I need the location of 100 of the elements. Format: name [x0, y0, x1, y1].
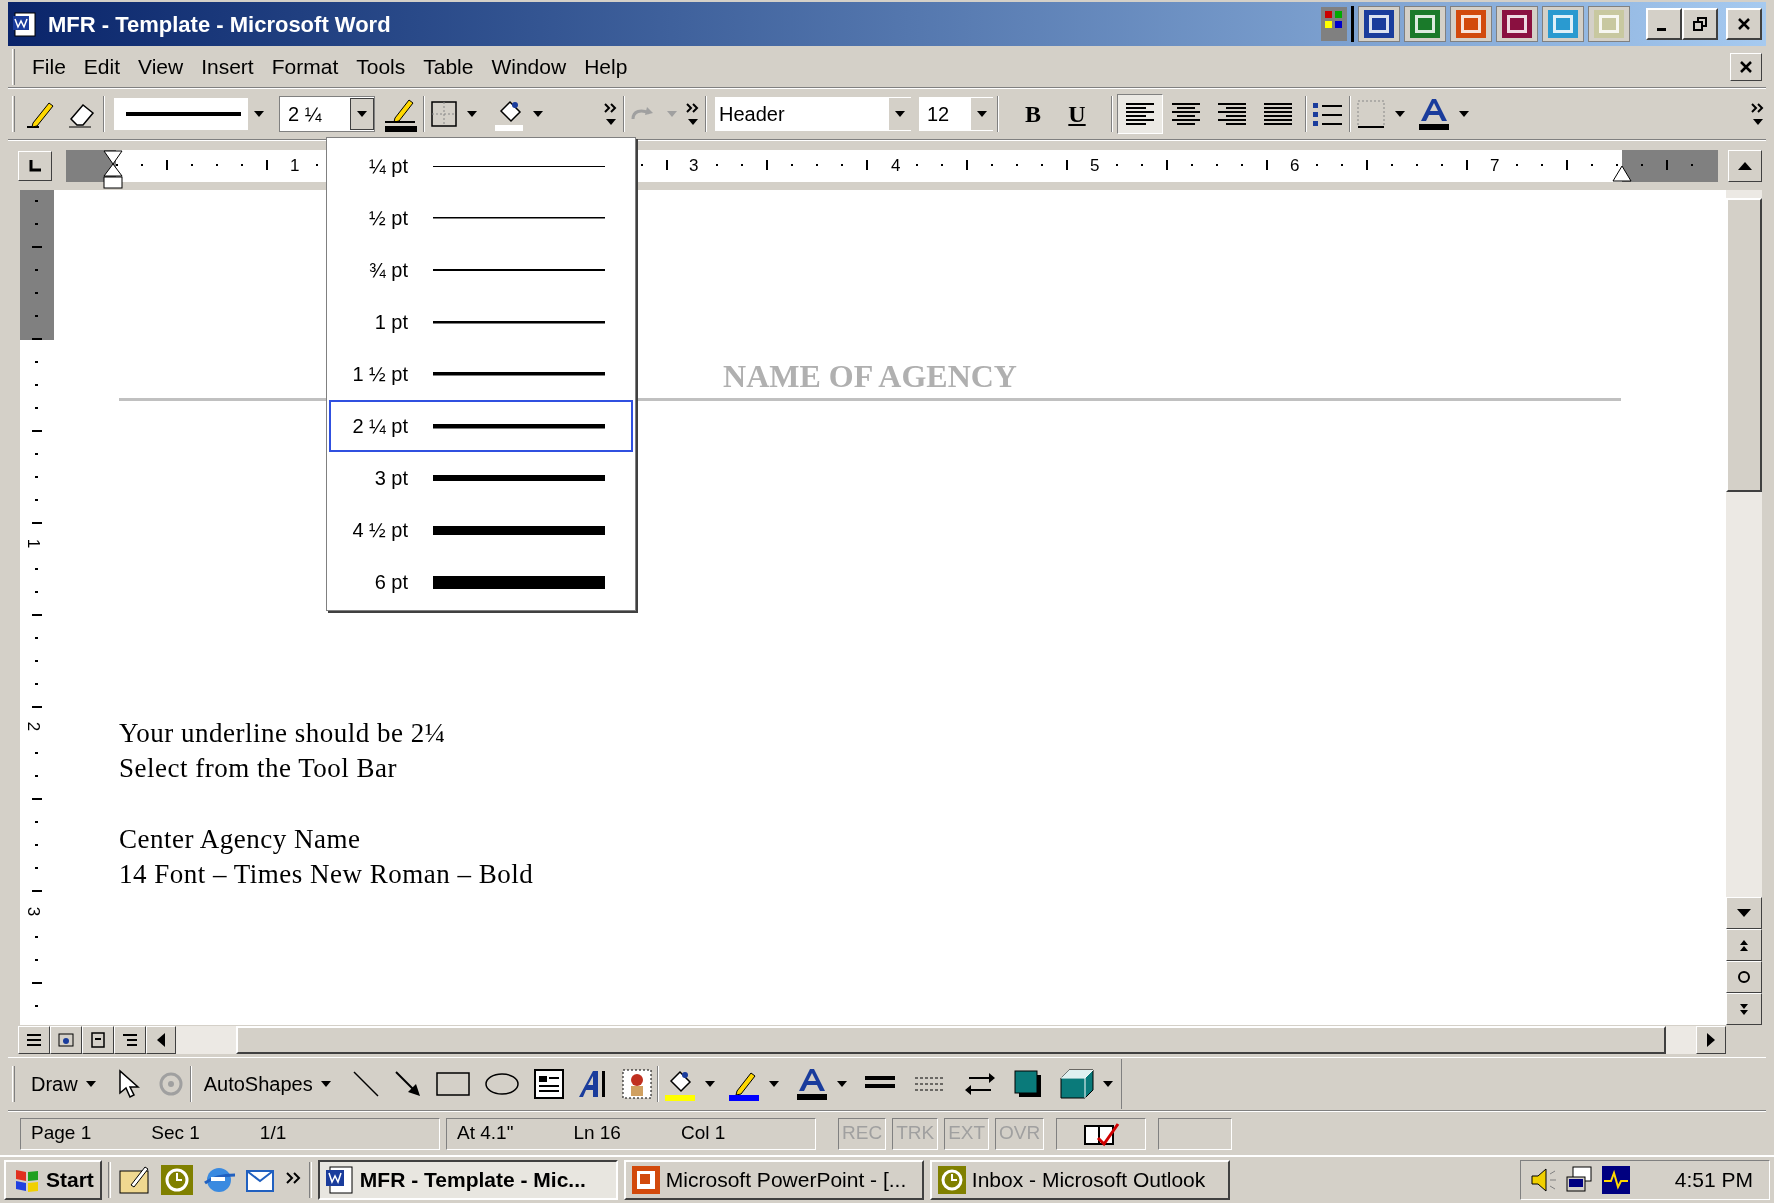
caret-icon[interactable] — [768, 1081, 779, 1087]
line-weight-dropdown[interactable]: 2 ¼ — [279, 96, 375, 132]
line-weight-option[interactable]: 1 pt — [329, 296, 633, 348]
menu-item[interactable]: View — [129, 50, 193, 83]
up-arrow-icon — [1738, 161, 1752, 170]
indent-marker-icon[interactable] — [102, 149, 124, 190]
tab-selector[interactable] — [18, 150, 52, 181]
font-color-icon[interactable] — [794, 1067, 829, 1101]
chevron-icon[interactable] — [685, 101, 701, 127]
menu-item[interactable]: Edit — [74, 50, 130, 83]
clock-app-icon[interactable] — [158, 1163, 195, 1197]
menu-item[interactable]: Format — [262, 50, 348, 83]
borders-icon[interactable] — [1355, 98, 1387, 130]
caret-icon[interactable] — [836, 1081, 847, 1087]
print-view-button[interactable] — [82, 1026, 114, 1054]
clock-app-icon — [935, 1164, 968, 1196]
left-arrow-icon — [157, 1033, 165, 1047]
taskbar-button[interactable]: MFR - Template - Mic... — [317, 1160, 618, 1200]
right-indent-marker-icon[interactable] — [1612, 163, 1632, 182]
key-app-icon[interactable] — [1496, 6, 1538, 42]
caret-icon[interactable] — [1459, 111, 1469, 117]
menu-item[interactable]: Window — [482, 50, 576, 83]
chevron-icon[interactable] — [603, 101, 619, 127]
line-icon[interactable] — [350, 1069, 381, 1099]
caret-icon[interactable] — [320, 1081, 331, 1087]
oval-icon[interactable] — [482, 1070, 521, 1098]
bold-button[interactable]: B — [1011, 96, 1055, 132]
restore-button[interactable] — [1682, 8, 1718, 40]
taskbar-button[interactable]: Inbox - Microsoft Outlook — [929, 1160, 1230, 1200]
globe-app-icon[interactable] — [1542, 6, 1584, 42]
document-icon — [323, 1164, 356, 1196]
clock-text: 4:51 PM — [1674, 1167, 1753, 1194]
line-weight-option[interactable]: ¾ pt — [329, 244, 633, 296]
style-dropdown[interactable]: Header — [715, 97, 911, 131]
font-size-dropdown[interactable]: 12 — [919, 97, 993, 131]
line-weight-option[interactable]: ½ pt — [329, 192, 633, 244]
caret-icon[interactable] — [704, 1081, 715, 1087]
autoshapes-menu-button[interactable]: AutoShapes — [195, 1069, 339, 1099]
agency-heading: NAME OF AGENCY — [723, 358, 1017, 394]
pulse-monitor-icon[interactable] — [1601, 1165, 1631, 1195]
next-page-button[interactable] — [1726, 993, 1762, 1025]
caret-icon[interactable] — [85, 1081, 96, 1087]
caret-icon[interactable] — [977, 111, 987, 117]
shadow-icon[interactable] — [1012, 1069, 1043, 1099]
normal-view-button[interactable] — [18, 1026, 50, 1054]
menu-item[interactable]: File — [23, 50, 75, 83]
arrow-icon[interactable] — [392, 1069, 423, 1099]
scroll-up-button[interactable] — [1728, 149, 1762, 182]
start-button[interactable]: Start — [4, 1160, 102, 1200]
line-weight-option[interactable]: 3 pt — [329, 452, 633, 504]
rectangle-icon[interactable] — [434, 1070, 471, 1098]
taskbar-button[interactable]: Microsoft PowerPoint - [... — [623, 1160, 924, 1200]
minimize-icon — [1657, 27, 1667, 31]
ruler-number: 2 — [25, 720, 43, 733]
shortcut-bar-icon[interactable] — [1321, 7, 1347, 41]
line-weight-option[interactable]: 4 ½ pt — [329, 504, 633, 556]
ruler-number: 3 — [25, 905, 43, 918]
browse-object-button[interactable] — [1726, 961, 1762, 993]
line-sample-icon — [433, 165, 605, 167]
minimize-button[interactable] — [1646, 8, 1682, 40]
caret-icon[interactable] — [467, 111, 477, 117]
caret-icon[interactable] — [895, 111, 905, 117]
line-style-dropdown[interactable] — [113, 97, 271, 131]
presentation-app-icon[interactable] — [1450, 6, 1492, 42]
line-weight-option[interactable]: ¼ pt — [329, 140, 633, 192]
outline-view-button[interactable] — [114, 1026, 146, 1054]
scroll-right-button[interactable] — [1696, 1026, 1726, 1054]
text-box-icon[interactable] — [532, 1068, 565, 1100]
menu-item[interactable]: Tools — [347, 50, 415, 83]
close-document-button[interactable] — [1730, 52, 1762, 81]
caret-icon[interactable] — [1102, 1081, 1113, 1087]
window-title: MFR - Template - Microsoft Word — [48, 10, 391, 39]
menu-item[interactable]: Help — [575, 50, 637, 83]
line-weight-option[interactable]: 6 pt — [329, 556, 633, 608]
caret-icon[interactable] — [254, 111, 264, 117]
line-weight-option[interactable]: 1 ½ pt — [329, 348, 633, 400]
menu-item[interactable]: Table — [414, 50, 483, 83]
draw-menu-button[interactable]: Draw — [23, 1069, 104, 1099]
menu-item[interactable]: Insert — [192, 50, 263, 83]
borders-icon[interactable] — [429, 99, 459, 129]
scroll-left-button[interactable] — [146, 1026, 176, 1054]
font-color-icon[interactable] — [1417, 97, 1451, 131]
scroll-down-button[interactable] — [1726, 897, 1762, 929]
caret-icon[interactable] — [1395, 111, 1405, 117]
line-weight-option[interactable]: 2 ¼ pt — [329, 400, 633, 452]
previous-page-button[interactable] — [1726, 929, 1762, 961]
scroll-thumb[interactable] — [1726, 198, 1762, 492]
align-left-button[interactable] — [1117, 94, 1163, 134]
word-app-icon[interactable] — [1358, 6, 1400, 42]
chevron-icon[interactable] — [1750, 101, 1766, 127]
spreadsheet-app-icon[interactable] — [1404, 6, 1446, 42]
underline-button[interactable]: U — [1055, 96, 1099, 132]
ruler-number: 1 — [25, 537, 43, 550]
caret-icon[interactable] — [533, 111, 543, 117]
clip-art-icon[interactable] — [620, 1068, 653, 1100]
close-button[interactable] — [1726, 8, 1762, 40]
web-view-button[interactable] — [50, 1026, 82, 1054]
caret-icon[interactable] — [357, 111, 367, 117]
magnifier-app-icon[interactable] — [1588, 6, 1630, 42]
3d-cube-icon[interactable] — [1058, 1068, 1095, 1100]
